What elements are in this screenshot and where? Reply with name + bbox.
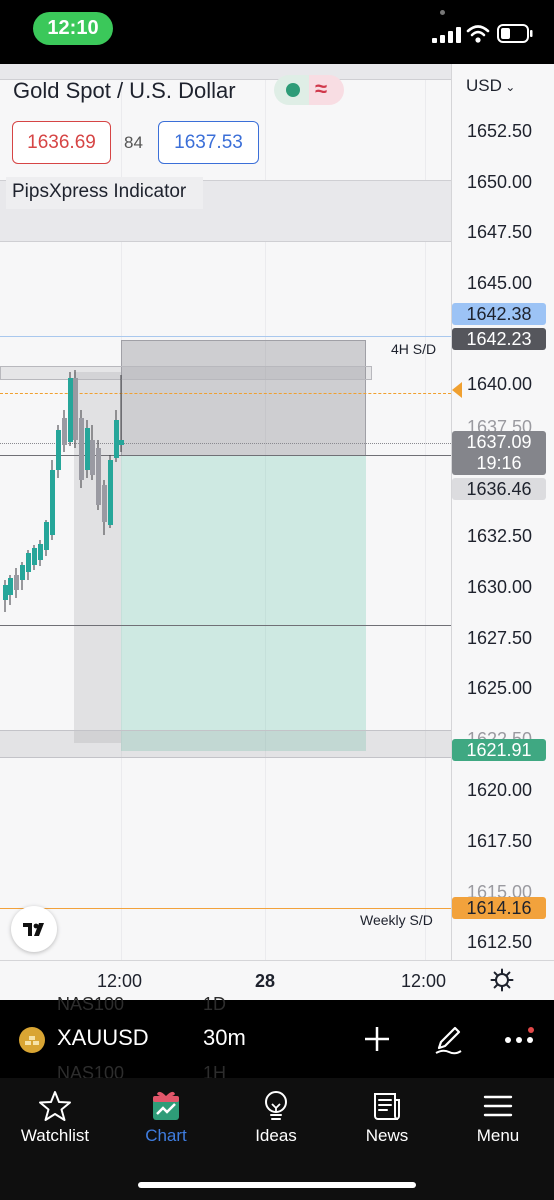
market-status-chip[interactable]: ≈: [274, 75, 344, 105]
time-label: 12:00: [401, 971, 447, 991]
candle-body: [32, 548, 37, 565]
price-level: 1645.00: [467, 273, 533, 293]
price-level: 1652.50: [467, 121, 533, 141]
instrument-title[interactable]: Gold Spot / U.S. Dollar: [13, 78, 236, 104]
candle-body: [102, 485, 107, 522]
price-tag-dark: 1642.23: [452, 328, 546, 350]
candle-body: [62, 418, 67, 445]
chart-gift-icon: [153, 1091, 179, 1120]
star-icon: [39, 1091, 71, 1121]
candle-body: [44, 522, 49, 550]
take-profit-tag: 1621.91: [452, 739, 546, 761]
last-price-tag: 1637.09 19:16: [452, 431, 546, 475]
news-icon: [374, 1093, 400, 1120]
nav-chart[interactable]: Chart: [111, 1088, 221, 1150]
time-label: 12:00: [97, 971, 143, 991]
price-level: 1640.00: [467, 374, 533, 394]
price-level: 1625.00: [467, 678, 533, 698]
lightbulb-icon: [265, 1091, 287, 1120]
more-icon[interactable]: [502, 1022, 536, 1056]
indicator-legend[interactable]: PipsXpress Indicator: [6, 177, 203, 209]
orange-marker-icon: [452, 382, 462, 398]
time-label-day: 28: [255, 971, 276, 991]
nav-news[interactable]: News: [332, 1088, 442, 1150]
price-level: 1632.50: [467, 526, 533, 546]
candle-body: [79, 418, 84, 480]
nav-watchlist[interactable]: Watchlist: [0, 1088, 110, 1150]
price-level: 1617.50: [467, 831, 533, 851]
plus-icon[interactable]: [360, 1022, 394, 1056]
candle-body: [119, 440, 124, 445]
nav-label: Ideas: [255, 1126, 297, 1145]
candle-body: [3, 585, 8, 600]
home-indicator: [138, 1182, 416, 1188]
candle-body: [50, 470, 55, 535]
candle-body: [114, 420, 119, 458]
candle-body: [96, 448, 101, 505]
tradingview-logo[interactable]: [11, 906, 57, 952]
market-open-icon: [286, 83, 300, 97]
nav-label: Menu: [476, 1126, 520, 1145]
ghost-symbol: NAS100: [57, 994, 125, 1014]
weekly-zone-label: Weekly S/D: [360, 912, 433, 928]
candle-body: [68, 378, 73, 442]
candle-body: [56, 430, 61, 470]
currency-selector[interactable]: USD ⌄: [466, 76, 515, 96]
price-level: 1620.00: [467, 780, 533, 800]
tradingview-icon: [23, 923, 44, 936]
candle-body: [73, 378, 78, 440]
price-level: 1630.00: [467, 577, 533, 597]
price-level: 1650.00: [467, 172, 533, 192]
last-price-value: 1637.09: [466, 432, 532, 452]
h4-zone-label: 4H S/D: [391, 341, 437, 357]
bar-countdown: 19:16: [476, 453, 522, 473]
candle-body: [20, 565, 25, 580]
ghost-interval: 1D: [203, 994, 227, 1014]
nav-label: News: [365, 1126, 409, 1145]
sell-price-button[interactable]: 1636.69: [12, 121, 111, 164]
gold-coin-icon: [19, 1027, 45, 1053]
weekly-level-tag: 1614.16: [452, 897, 546, 919]
symbol-selector[interactable]: XAUUSD: [57, 1025, 149, 1051]
pen-icon[interactable]: [431, 1022, 465, 1056]
nav-ideas[interactable]: Ideas: [221, 1088, 331, 1150]
nav-menu[interactable]: Menu: [443, 1088, 553, 1150]
battery-icon: [497, 24, 533, 43]
candle-body: [14, 575, 19, 590]
chart-settings-gear-icon[interactable]: [490, 968, 514, 992]
menu-icon: [483, 1095, 513, 1117]
nav-label: Watchlist: [20, 1126, 90, 1145]
price-axis[interactable]: [451, 64, 554, 960]
candle-body: [85, 428, 90, 470]
price-tag-light: 1636.46: [452, 478, 546, 500]
interval-selector[interactable]: 30m: [203, 1025, 246, 1051]
candle-body: [90, 440, 95, 475]
nav-label: Chart: [145, 1126, 187, 1145]
price-level: 1627.50: [467, 628, 533, 648]
price-level: 1647.50: [467, 222, 533, 242]
wifi-icon: [466, 25, 490, 43]
candle-body: [38, 544, 43, 560]
spread-value: 84: [124, 133, 143, 152]
candle-body: [8, 578, 13, 595]
price-tag-blue: 1642.38: [452, 303, 546, 325]
candle-body: [26, 553, 31, 572]
price-level: 1612.50: [467, 932, 533, 952]
buy-price-button[interactable]: 1637.53: [158, 121, 259, 164]
delayed-data-icon: ≈: [315, 76, 328, 101]
candle-body: [108, 460, 113, 525]
chevron-down-icon: ⌄: [501, 80, 516, 94]
